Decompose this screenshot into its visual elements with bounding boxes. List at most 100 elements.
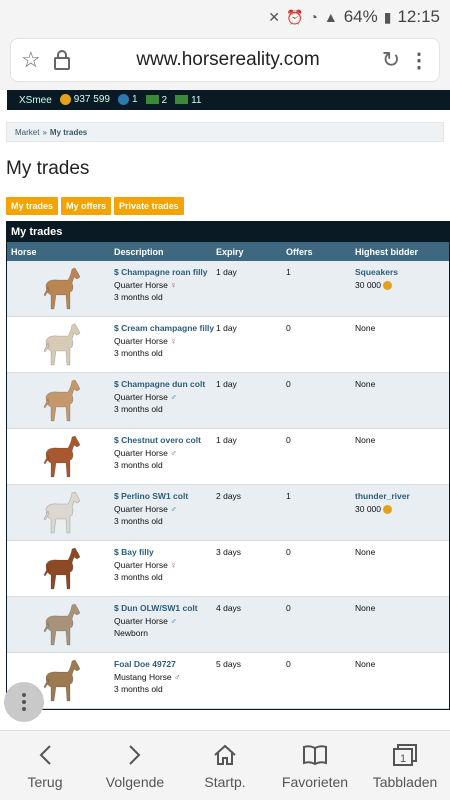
url-text[interactable]: www.horsereality.com (83, 49, 373, 71)
breed: Quarter Horse (114, 335, 168, 346)
star-icon[interactable]: ☆ (21, 47, 53, 73)
male-icon: ♂ (170, 503, 177, 514)
breed: Quarter Horse (114, 391, 168, 402)
horse-name-link[interactable]: $ Champagne roan filly (114, 267, 208, 277)
coin-icon (383, 504, 392, 514)
username[interactable]: XSmee (19, 95, 52, 106)
bidder-link[interactable]: thunder_river (355, 491, 410, 501)
alarm-icon: ⏰ (285, 8, 304, 25)
table-row[interactable]: $ Chestnut overo colt Quarter Horse ♂ 3 mo… (7, 429, 449, 485)
age: Newborn (114, 628, 149, 638)
header-horse: Horse (11, 246, 37, 257)
tab-my-offers[interactable]: My offers (61, 197, 112, 215)
horse-name-link[interactable]: Foal Doe 49727 (114, 659, 176, 669)
horse-image-cell[interactable] (7, 261, 113, 316)
age: 3 months old (114, 404, 163, 414)
tab-my-trades[interactable]: My trades (6, 197, 59, 215)
horse-name-link[interactable]: $ Cream champagne filly (114, 323, 214, 333)
breed: Mustang Horse (114, 671, 172, 682)
table-row[interactable]: $ Champagne dun colt Quarter Horse ♂ 3 mon… (7, 373, 449, 429)
tab-private-trades[interactable]: Private trades (114, 197, 184, 215)
horse-image-cell[interactable] (7, 485, 113, 540)
table-row[interactable]: $ Bay filly Quarter Horse ♀ 3 months old 3 … (7, 541, 449, 597)
horse-image-cell[interactable] (7, 373, 113, 428)
cash-icon (175, 95, 189, 105)
table-row[interactable]: $ Perlino SW1 colt Quarter Horse ♂ 3 month… (7, 485, 449, 541)
male-icon: ♂ (170, 447, 177, 458)
bidder-cell: Squeakers 30 000 (355, 261, 449, 316)
breadcrumb-market[interactable]: Market (15, 128, 39, 137)
trades-table: My trades Horse Description Expiry Offer… (6, 221, 450, 710)
bidder-none: None (355, 659, 376, 669)
bidder-cell: None (355, 597, 449, 652)
bidder-none: None (355, 379, 376, 389)
horse-image[interactable] (34, 265, 86, 313)
bidder-cell: None (355, 541, 449, 596)
horse-image[interactable] (34, 321, 86, 369)
female-icon: ♀ (170, 279, 177, 290)
back-label: Terug (27, 773, 63, 790)
horse-image-cell[interactable] (7, 429, 113, 484)
horse-image[interactable] (34, 377, 86, 425)
description-cell: $ Champagne roan filly Quarter Horse ♀ 3 m… (113, 261, 216, 316)
horse-name-link[interactable]: $ Bay filly (114, 547, 154, 557)
breadcrumb: Market » My trades (6, 122, 444, 142)
breed: Quarter Horse (114, 615, 168, 626)
mute-icon: ✕ (268, 8, 280, 25)
horse-image[interactable] (34, 489, 86, 537)
expiry-cell: 4 days (216, 603, 242, 613)
floating-menu-button[interactable] (4, 682, 44, 722)
age: 3 months old (114, 348, 163, 358)
offers-cell: 0 (286, 547, 291, 557)
horse-name-link[interactable]: $ Dun OLW/SW1 colt (114, 603, 198, 613)
expiry-cell: 1 day (216, 379, 237, 389)
browser-toolbar: ☆ www.horsereality.com ↻ ⋮ (0, 34, 450, 90)
horse-name-link[interactable]: $ Chestnut overo colt (114, 435, 201, 445)
horse-image[interactable] (34, 433, 86, 481)
male-icon: ♂ (170, 391, 177, 402)
header-description: Description (114, 246, 164, 257)
breadcrumb-current: My trades (49, 127, 88, 137)
expiry-cell: 1 day (216, 323, 237, 333)
table-row[interactable]: $ Dun OLW/SW1 colt Quarter Horse ♂ Newborn… (7, 597, 449, 653)
tabs-button[interactable]: 1 Tabbladen (360, 731, 450, 800)
bidder-cell: thunder_river 30 000 (355, 485, 449, 540)
table-body: $ Champagne roan filly Quarter Horse ♀ 3 m… (7, 261, 449, 709)
back-button[interactable]: Terug (0, 731, 90, 800)
reload-icon[interactable]: ↻ (373, 47, 409, 73)
address-bar[interactable]: ☆ www.horsereality.com ↻ ⋮ (10, 38, 440, 82)
table-row[interactable]: $ Cream champagne filly Quarter Horse ♀ 3 … (7, 317, 449, 373)
age: 3 months old (114, 292, 163, 302)
home-icon (213, 742, 237, 768)
horse-name-link[interactable]: $ Champagne dun colt (114, 379, 205, 389)
offers-cell: 0 (286, 659, 291, 669)
offers-cell: 0 (286, 379, 291, 389)
clock: 12:15 (397, 7, 440, 26)
horse-image-cell[interactable] (7, 541, 113, 596)
table-row[interactable]: $ Champagne roan filly Quarter Horse ♀ 3 m… (7, 261, 449, 317)
age: 3 months old (114, 684, 163, 694)
bidder-link[interactable]: Squeakers (355, 267, 398, 277)
book-icon (302, 742, 328, 768)
male-icon: ♂ (174, 671, 181, 682)
age: 3 months old (114, 516, 163, 526)
home-button[interactable]: Startp. (180, 731, 270, 800)
horse-image-cell[interactable] (7, 317, 113, 372)
bidder-none: None (355, 547, 376, 557)
description-cell: $ Champagne dun colt Quarter Horse ♂ 3 mon… (113, 373, 216, 428)
horse-image[interactable] (34, 545, 86, 593)
horse-image[interactable] (34, 601, 86, 649)
offers-cell: 0 (286, 435, 291, 445)
horse-name-link[interactable]: $ Perlino SW1 colt (114, 491, 188, 501)
breed: Quarter Horse (114, 279, 168, 290)
offers-cell: 0 (286, 603, 291, 613)
table-row[interactable]: Foal Doe 49727 Mustang Horse ♂ 3 months ol… (7, 653, 449, 709)
horse-image-cell[interactable] (7, 597, 113, 652)
overflow-menu-icon[interactable]: ⋮ (409, 48, 429, 73)
trade-tabs: My trades My offers Private trades (6, 197, 450, 215)
female-icon: ♀ (170, 559, 177, 570)
bidder-cell: None (355, 429, 449, 484)
forward-button[interactable]: Volgende (90, 731, 180, 800)
breed: Quarter Horse (114, 447, 168, 458)
bookmarks-button[interactable]: Favorieten (270, 731, 360, 800)
